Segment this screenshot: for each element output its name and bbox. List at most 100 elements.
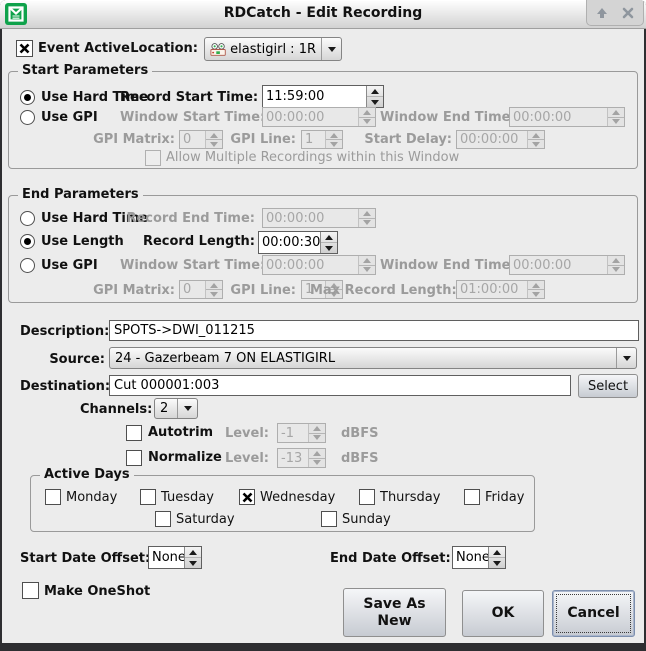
max-record-length-label: Max Record Length:: [310, 283, 452, 298]
location-value: elastigirl : 1R: [230, 42, 316, 57]
spin-buttons: [325, 131, 342, 148]
window-start-time-value-start: 00:00:00: [263, 108, 358, 126]
spin-buttons: [205, 131, 222, 148]
description-value: SPOTS->DWI_011215: [114, 323, 255, 338]
location-label: Location:: [120, 41, 198, 56]
monday-checkbox[interactable]: [45, 489, 61, 505]
use-hard-time-radio-end[interactable]: [20, 211, 35, 226]
channels-combobox[interactable]: 2: [154, 398, 198, 419]
spin-down-icon: [608, 266, 624, 275]
allow-multiple-checkbox: [145, 150, 161, 166]
make-oneshot-checkbox[interactable]: [22, 582, 39, 599]
channels-label: Channels:: [80, 402, 150, 417]
record-start-time-value: 11:59:00: [263, 86, 366, 107]
spin-buttons: [320, 232, 337, 253]
record-start-time-spinbox[interactable]: 11:59:00: [262, 85, 384, 108]
spin-up-icon: [608, 108, 624, 118]
spin-down-icon: [528, 140, 544, 148]
normalize-unit-label: dBFS: [341, 451, 378, 466]
spin-down-icon: [309, 434, 325, 443]
use-gpi-radio-end[interactable]: [20, 258, 35, 273]
tuesday-label: Tuesday: [161, 490, 214, 505]
source-combobox[interactable]: 24 - Gazerbeam 7 ON ELASTIGIRL: [109, 347, 637, 369]
spin-up-icon: [359, 209, 375, 219]
use-gpi-radio-start[interactable]: [20, 110, 35, 125]
spin-down-icon[interactable]: [489, 558, 505, 568]
shade-window-icon[interactable]: [594, 5, 610, 21]
ok-button[interactable]: OK: [462, 590, 544, 637]
tuesday-checkbox[interactable]: [140, 489, 156, 505]
thursday-checkbox[interactable]: [359, 489, 375, 505]
normalize-level-value: -13: [278, 449, 308, 467]
record-length-spinbox[interactable]: 00:00:30: [258, 231, 338, 254]
max-record-length-value: 01:00:00: [457, 281, 527, 298]
window-start-time-value-end: 00:00:00: [263, 256, 358, 274]
use-hard-time-radio-start[interactable]: [20, 90, 35, 105]
save-as-new-button[interactable]: Save As New: [343, 588, 446, 637]
window-controls: [586, 0, 644, 26]
gpi-line-label-start: GPI Line:: [230, 132, 296, 147]
spin-up-icon: [326, 131, 342, 140]
spin-buttons: [527, 131, 544, 148]
start-parameters-title: Start Parameters: [18, 63, 152, 78]
titlebar: RDCatch - Edit Recording: [0, 0, 646, 29]
wednesday-label: Wednesday: [260, 490, 335, 505]
spin-up-icon[interactable]: [321, 232, 337, 243]
friday-checkbox[interactable]: [464, 489, 480, 505]
spin-up-icon[interactable]: [185, 547, 201, 558]
record-end-time-value: 00:00:00: [263, 209, 358, 227]
cancel-button[interactable]: Cancel: [552, 590, 635, 637]
gpi-matrix-value-start: 0: [180, 131, 205, 148]
spin-down-icon: [206, 290, 222, 298]
channels-value: 2: [160, 401, 168, 416]
record-start-time-label: Record Start Time:: [120, 90, 255, 105]
location-combobox[interactable]: elastigirl : 1R: [204, 37, 342, 61]
saturday-checkbox[interactable]: [155, 511, 171, 527]
autotrim-level-value: -1: [278, 424, 308, 442]
spin-down-icon[interactable]: [185, 558, 201, 568]
spin-up-icon: [309, 449, 325, 459]
thursday-label: Thursday: [380, 490, 440, 505]
source-label: Source:: [20, 352, 105, 367]
spin-buttons: [366, 86, 383, 107]
start-date-offset-label: Start Date Offset:: [20, 551, 143, 566]
spin-buttons: [184, 547, 201, 568]
description-input[interactable]: SPOTS->DWI_011215: [109, 320, 639, 341]
friday-label: Friday: [485, 490, 524, 505]
spin-down-icon: [326, 140, 342, 148]
start-date-offset-spinbox[interactable]: None: [148, 546, 202, 569]
gpi-matrix-label-end: GPI Matrix:: [80, 283, 175, 298]
autotrim-checkbox[interactable]: [126, 425, 142, 441]
wednesday-checkbox[interactable]: [239, 489, 255, 505]
normalize-checkbox[interactable]: [126, 450, 142, 466]
spin-up-icon[interactable]: [489, 547, 505, 558]
event-active-checkbox[interactable]: [16, 40, 33, 57]
chevron-down-icon: [616, 348, 636, 368]
spin-up-icon[interactable]: [367, 86, 383, 97]
spin-down-icon: [608, 118, 624, 127]
gpi-matrix-label-start: GPI Matrix:: [80, 132, 175, 147]
spin-down-icon[interactable]: [367, 97, 383, 107]
sunday-checkbox[interactable]: [321, 511, 337, 527]
spin-down-icon: [359, 266, 375, 275]
window-end-time-value-start: 00:00:00: [510, 108, 607, 126]
select-button[interactable]: Select: [578, 374, 638, 398]
start-delay-value: 00:00:00: [457, 131, 527, 148]
spin-down-icon[interactable]: [321, 243, 337, 253]
spin-buttons: [358, 108, 375, 126]
close-icon[interactable]: [620, 5, 636, 21]
autotrim-level-label: Level:: [200, 426, 269, 441]
max-record-length-spinbox: 01:00:00: [456, 280, 545, 299]
gpi-matrix-value-end: 0: [180, 281, 205, 298]
window-end-time-value-end: 00:00:00: [510, 256, 607, 274]
spin-down-icon: [359, 219, 375, 228]
spin-up-icon: [359, 256, 375, 266]
recorder-icon: [210, 42, 226, 57]
use-length-radio[interactable]: [20, 234, 35, 249]
spin-down-icon: [528, 290, 544, 298]
window-start-time-spinbox-start: 00:00:00: [262, 107, 376, 127]
destination-input[interactable]: Cut 000001:003: [109, 375, 571, 396]
end-date-offset-value: None: [453, 547, 488, 568]
normalize-level-label: Level:: [200, 451, 269, 466]
end-date-offset-spinbox[interactable]: None: [452, 546, 506, 569]
